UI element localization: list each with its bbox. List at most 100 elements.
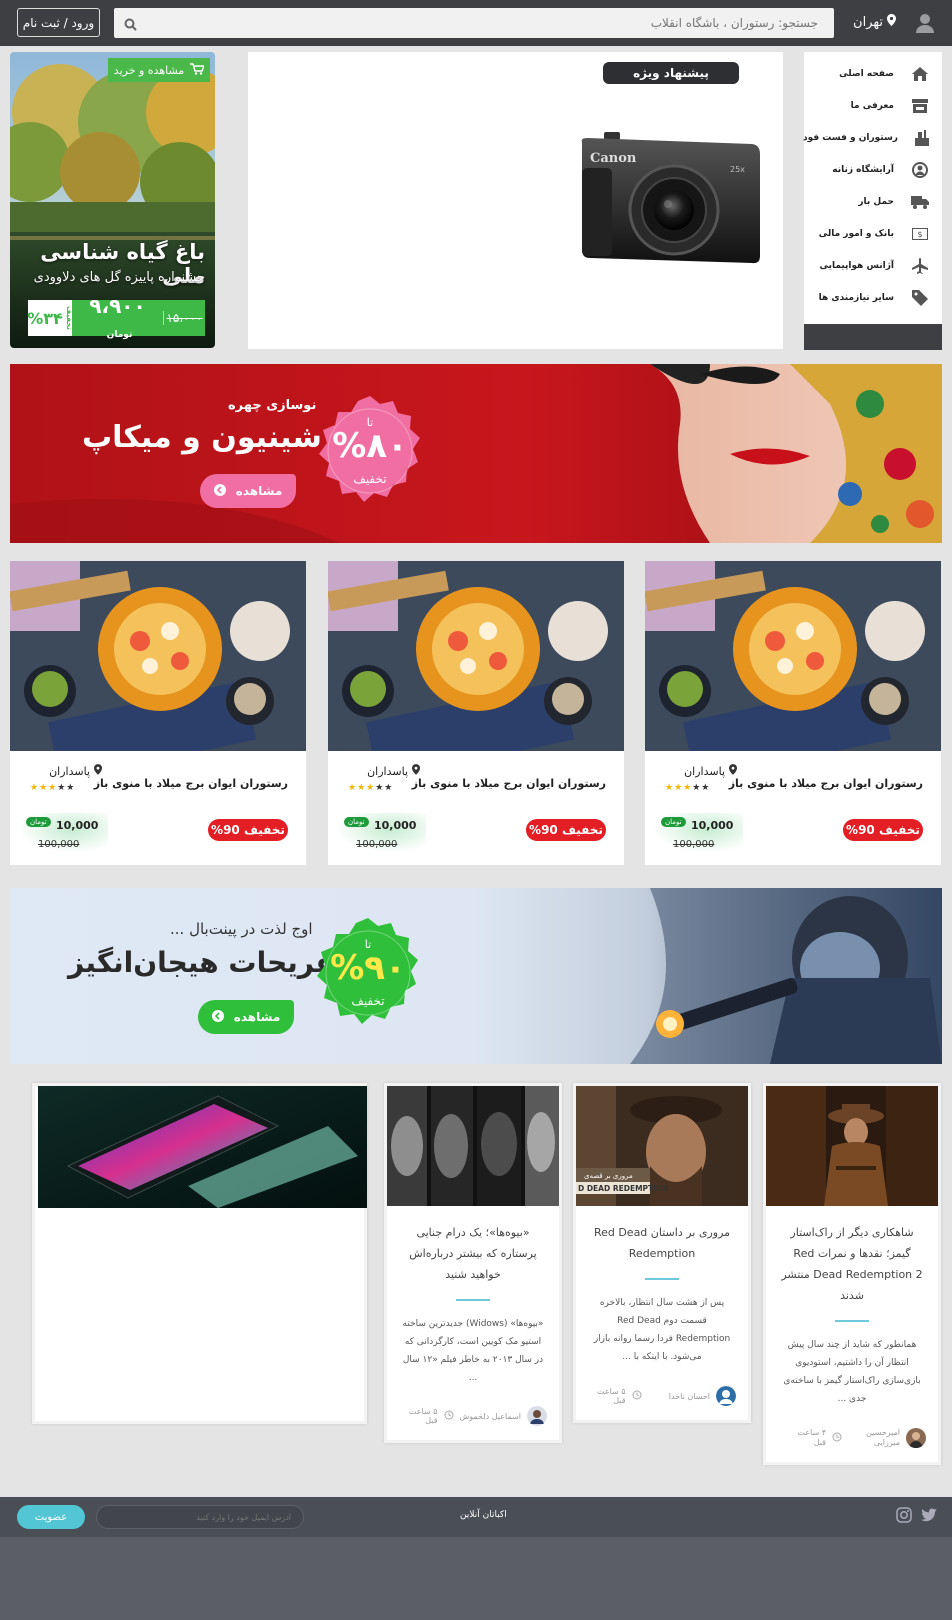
rating-stars: ★★★★★: [348, 783, 394, 793]
paintball-discount-seal: تا %۹۰ تخفیف: [312, 918, 424, 1030]
twitter-icon[interactable]: [921, 1507, 939, 1525]
makeup-banner-subtitle: نوسازی چهره: [228, 398, 317, 413]
article-meta: امیرحسین میرزایی ۴ ساعت قبل: [778, 1426, 926, 1450]
product-card[interactable]: رستوران ایوان برج میلاد با منوی باز پاسد…: [10, 561, 306, 865]
sidebar-item-restaurant[interactable]: رستوران و فست فود: [803, 122, 942, 154]
promo-discount-value: %۳۴: [27, 308, 63, 328]
paintball-view-button[interactable]: مشاهده: [198, 1000, 294, 1034]
sidebar-item-home[interactable]: صفحه اصلی: [804, 58, 942, 90]
map-pin-icon: [729, 764, 737, 778]
sidebar-item-label: حمل بار: [858, 197, 894, 207]
author-name: احسان ناخدا: [668, 1391, 710, 1401]
article-time: ۵ ساعت قبل: [596, 1387, 626, 1405]
city-selector[interactable]: تهران: [853, 14, 896, 30]
seal-off-label: تخفیف: [353, 472, 387, 486]
city-label: تهران: [853, 14, 883, 30]
sidebar-item-bank[interactable]: $ بانک و امور مالی: [804, 218, 942, 250]
currency-badge: تومان: [661, 817, 686, 827]
promo-price-box: ۱۵،۰۰۰ ۹،۹۰۰ تومان تخفیف %۳۴: [27, 294, 205, 340]
sidebar-item-salon[interactable]: آرایشگاه زنانه: [804, 154, 942, 186]
discount-badge: تخفیف 90%: [208, 819, 288, 841]
sidebar-item-airline[interactable]: آژانس هواپیمایی: [804, 250, 942, 282]
chevron-left-icon: [211, 1009, 224, 1025]
search-input[interactable]: [144, 8, 824, 38]
article-card[interactable]: مروری بر قصه‌ی D DEAD REDEMPTION مروری بر…: [573, 1083, 751, 1423]
article-meta: اسماعیل دلخموش ۵ ساعت قبل: [399, 1404, 547, 1428]
promo-discount: تخفیف %۳۴: [27, 300, 73, 336]
home-icon: [910, 64, 930, 84]
promo-unit: تومان: [106, 330, 133, 340]
article-title: شاهکاری دیگر از راک‌استار گیمز؛ نقدها و …: [781, 1226, 923, 1302]
promo-card-botanical-garden[interactable]: مشاهده و خرید باغ گیاه شناسی ملی جشنواره…: [10, 52, 215, 348]
product-price: 10,000: [374, 819, 417, 832]
sidebar-item-label: معرفی ما: [850, 101, 894, 111]
makeup-banner[interactable]: نوسازی چهره شینیون و میکاپ مشاهده تا %۸۰…: [10, 364, 942, 543]
author-avatar: [906, 1428, 926, 1448]
article-excerpt: «بیوه‌ها» (Widows) جدیدترین ساخته استیو …: [402, 1319, 544, 1383]
makeup-view-label: مشاهده: [235, 484, 283, 498]
title-separator: [835, 1320, 869, 1322]
seal-percent: %۸۰: [332, 426, 408, 466]
food-image: [645, 561, 941, 751]
article-card[interactable]: [32, 1083, 367, 1424]
product-location-label: پاسداران: [49, 764, 90, 778]
sidebar-item-label: سایر نیازمندی ها: [818, 293, 894, 303]
login-register-button[interactable]: ورود / ثبت نام: [17, 8, 100, 37]
product-old-price: 100,000: [356, 839, 398, 850]
article-card[interactable]: «بیوه‌ها»؛ یک درام جنایی پرستاره که بیشت…: [384, 1083, 562, 1443]
subscribe-button[interactable]: عضویت: [17, 1505, 85, 1529]
author-avatar: [716, 1386, 736, 1406]
map-pin-icon: [94, 764, 102, 778]
special-offer-box[interactable]: پیشنهاد ویژه Canon 25x: [248, 52, 783, 349]
promo-discount-label: تخفیف: [64, 306, 73, 330]
footer-bottom: [0, 1537, 952, 1620]
product-card[interactable]: رستوران ایوان برج میلاد با منوی باز پاسد…: [645, 561, 941, 865]
product-location: پاسداران: [22, 764, 102, 778]
article-image: مروری بر قصه‌ی D DEAD REDEMPTION: [576, 1086, 748, 1206]
food-image: [10, 561, 306, 751]
plane-icon: [910, 256, 930, 276]
product-name: رستوران ایوان برج میلاد با منوی باز: [93, 777, 288, 790]
svg-text:D DEAD REDEMPTION: D DEAD REDEMPTION: [578, 1184, 669, 1193]
seal-off-label: تخفیف: [351, 994, 385, 1008]
paintball-banner[interactable]: اوج لذت در پینت‌بال ... تفریحات هیجان‌ان…: [10, 888, 942, 1064]
sidebar-footer: [804, 324, 942, 350]
food-image: [328, 561, 624, 751]
sidebar-item-about[interactable]: معرفی ما: [804, 90, 942, 122]
sidebar-item-freight[interactable]: حمل بار: [804, 186, 942, 218]
product-name: رستوران ایوان برج میلاد با منوی باز: [411, 777, 606, 790]
product-old-price: 100,000: [38, 839, 80, 850]
product-price: 10,000: [691, 819, 734, 832]
newsletter-email-input[interactable]: [96, 1505, 304, 1529]
article-title: مروری بر داستان Red Dead Redemption: [593, 1226, 731, 1260]
title-separator: [645, 1278, 679, 1280]
clock-icon: [444, 1410, 454, 1422]
paintball-banner-subtitle: اوج لذت در پینت‌بال ...: [170, 920, 313, 938]
product-card[interactable]: رستوران ایوان برج میلاد با منوی باز پاسد…: [328, 561, 624, 865]
sidebar-item-other[interactable]: سایر نیازمندی ها: [804, 282, 942, 314]
article-image: [387, 1086, 559, 1206]
paintball-banner-title: تفریحات هیجان‌انگیز: [68, 946, 346, 979]
article-meta: احسان ناخدا ۵ ساعت قبل: [588, 1384, 736, 1408]
user-icon[interactable]: [914, 12, 936, 34]
article-card[interactable]: شاهکاری دیگر از راک‌استار گیمز؛ نقدها و …: [763, 1083, 941, 1465]
user-circle-icon: [910, 160, 930, 180]
footer-brand: اکباتان آنلاین: [460, 1510, 507, 1520]
restaurant-icon: [914, 128, 930, 148]
paintball-view-label: مشاهده: [233, 1010, 281, 1024]
price-area: تومان 10,000 100,000: [18, 813, 108, 853]
search-icon[interactable]: [124, 16, 137, 35]
article-excerpt: پس از هشت سال انتظار، بالاخره قسمت دوم R…: [593, 1298, 731, 1362]
view-and-buy-button[interactable]: مشاهده و خرید: [108, 58, 210, 82]
money-icon: $: [910, 224, 930, 244]
product-location: پاسداران: [657, 764, 737, 778]
makeup-view-button[interactable]: مشاهده: [200, 474, 296, 508]
product-location: پاسداران: [340, 764, 420, 778]
svg-text:$: $: [917, 230, 922, 239]
promo-new-price: ۹،۹۰۰ تومان: [72, 294, 163, 342]
promo-subtitle: جشنواره پاییزه گل های دلاوودی: [33, 270, 205, 285]
cart-icon: [190, 62, 206, 78]
instagram-icon[interactable]: [896, 1507, 914, 1525]
article-excerpt: همانطور که شاید از چند سال پیش انتظار آن…: [783, 1340, 921, 1404]
clock-icon: [832, 1432, 842, 1444]
